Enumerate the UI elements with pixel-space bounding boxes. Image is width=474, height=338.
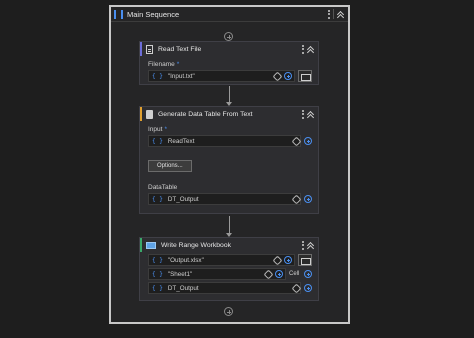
read-text-collapse-icon[interactable] xyxy=(307,45,315,54)
required-mark: * xyxy=(164,126,167,133)
expand-editor-icon[interactable] xyxy=(292,137,300,145)
expand-editor-icon[interactable] xyxy=(292,284,300,292)
filename-value: "Input.txt" xyxy=(167,72,195,80)
read-text-file-activity[interactable]: Read Text File Filename * { } "Input.txt" xyxy=(139,41,319,85)
cell-plus-menu-icon[interactable] xyxy=(304,270,312,278)
datatable-value: DT_Output xyxy=(167,195,199,203)
write-range-header: Write Range Workbook xyxy=(140,238,318,252)
read-text-menu-icon[interactable] xyxy=(302,44,304,54)
input-value: ReadText xyxy=(167,137,195,145)
options-button[interactable]: Options... xyxy=(148,160,192,172)
flow-arrow xyxy=(226,216,232,237)
plus-menu-icon[interactable] xyxy=(284,72,292,80)
sequence-title: Main Sequence xyxy=(127,9,180,19)
add-activity-top-icon[interactable] xyxy=(224,32,233,41)
input-label: Input * xyxy=(148,126,312,133)
read-text-file-title: Read Text File xyxy=(158,45,202,53)
generate-data-table-activity[interactable]: Generate Data Table From Text Input * { }… xyxy=(139,106,319,214)
generate-table-menu-icon[interactable] xyxy=(302,109,304,119)
datatable-input-field[interactable]: { } DT_Output xyxy=(148,282,301,294)
plus-menu-icon[interactable] xyxy=(284,256,292,264)
expand-editor-icon[interactable] xyxy=(264,270,272,278)
divider xyxy=(333,9,334,19)
filename-field[interactable]: { } "Input.txt" xyxy=(148,70,295,82)
read-text-file-header: Read Text File xyxy=(140,42,318,56)
sheet-name-value: "Sheet1" xyxy=(167,270,193,278)
cell-label: Cell xyxy=(289,271,300,277)
sequence-menu-icon[interactable] xyxy=(328,9,330,19)
expand-editor-icon[interactable] xyxy=(273,256,281,264)
flow-arrow xyxy=(226,86,232,106)
workbook-path-field[interactable]: { } "Output.xlsx" xyxy=(148,254,295,266)
generate-data-table-header: Generate Data Table From Text xyxy=(140,107,318,121)
filename-label: Filename * xyxy=(148,61,312,68)
sequence-collapse-icon[interactable] xyxy=(337,10,345,19)
sheet-name-field[interactable]: { } "Sheet1" xyxy=(148,268,286,280)
plus-menu-icon[interactable] xyxy=(304,284,312,292)
sequence-header: Main Sequence xyxy=(111,7,348,22)
write-range-collapse-icon[interactable] xyxy=(307,241,315,250)
text-file-icon xyxy=(146,44,153,54)
write-range-menu-icon[interactable] xyxy=(302,240,304,250)
add-activity-bottom-icon[interactable] xyxy=(224,307,233,316)
plus-menu-icon[interactable] xyxy=(275,270,283,278)
sequence-icon xyxy=(114,9,123,19)
filename-label-text: Filename xyxy=(148,61,175,68)
generate-table-collapse-icon[interactable] xyxy=(307,110,315,119)
expression-bracket-icon: { } xyxy=(152,284,163,292)
generate-data-table-title: Generate Data Table From Text xyxy=(158,110,253,118)
expression-bracket-icon: { } xyxy=(152,195,163,203)
input-field[interactable]: { } ReadText xyxy=(148,135,301,147)
spreadsheet-icon xyxy=(146,241,156,249)
plus-menu-icon[interactable] xyxy=(304,137,312,145)
expression-bracket-icon: { } xyxy=(152,72,163,80)
expand-editor-icon[interactable] xyxy=(292,195,300,203)
datatable-field[interactable]: { } DT_Output xyxy=(148,193,301,205)
browse-folder-icon[interactable] xyxy=(298,70,312,82)
data-table-icon xyxy=(146,109,153,119)
write-range-workbook-activity[interactable]: Write Range Workbook { } "Output.xlsx" {… xyxy=(139,237,319,301)
datatable-input-value: DT_Output xyxy=(167,284,199,292)
write-range-title: Write Range Workbook xyxy=(161,241,232,249)
expression-bracket-icon: { } xyxy=(152,270,163,278)
expression-bracket-icon: { } xyxy=(152,256,163,264)
required-mark: * xyxy=(176,61,180,68)
browse-folder-icon[interactable] xyxy=(298,254,312,266)
workbook-path-value: "Output.xlsx" xyxy=(167,256,204,264)
plus-menu-icon[interactable] xyxy=(304,195,312,203)
input-label-text: Input xyxy=(148,126,163,133)
expression-bracket-icon: { } xyxy=(152,137,163,145)
datatable-label: DataTable xyxy=(148,184,178,191)
expand-editor-icon[interactable] xyxy=(273,72,281,80)
